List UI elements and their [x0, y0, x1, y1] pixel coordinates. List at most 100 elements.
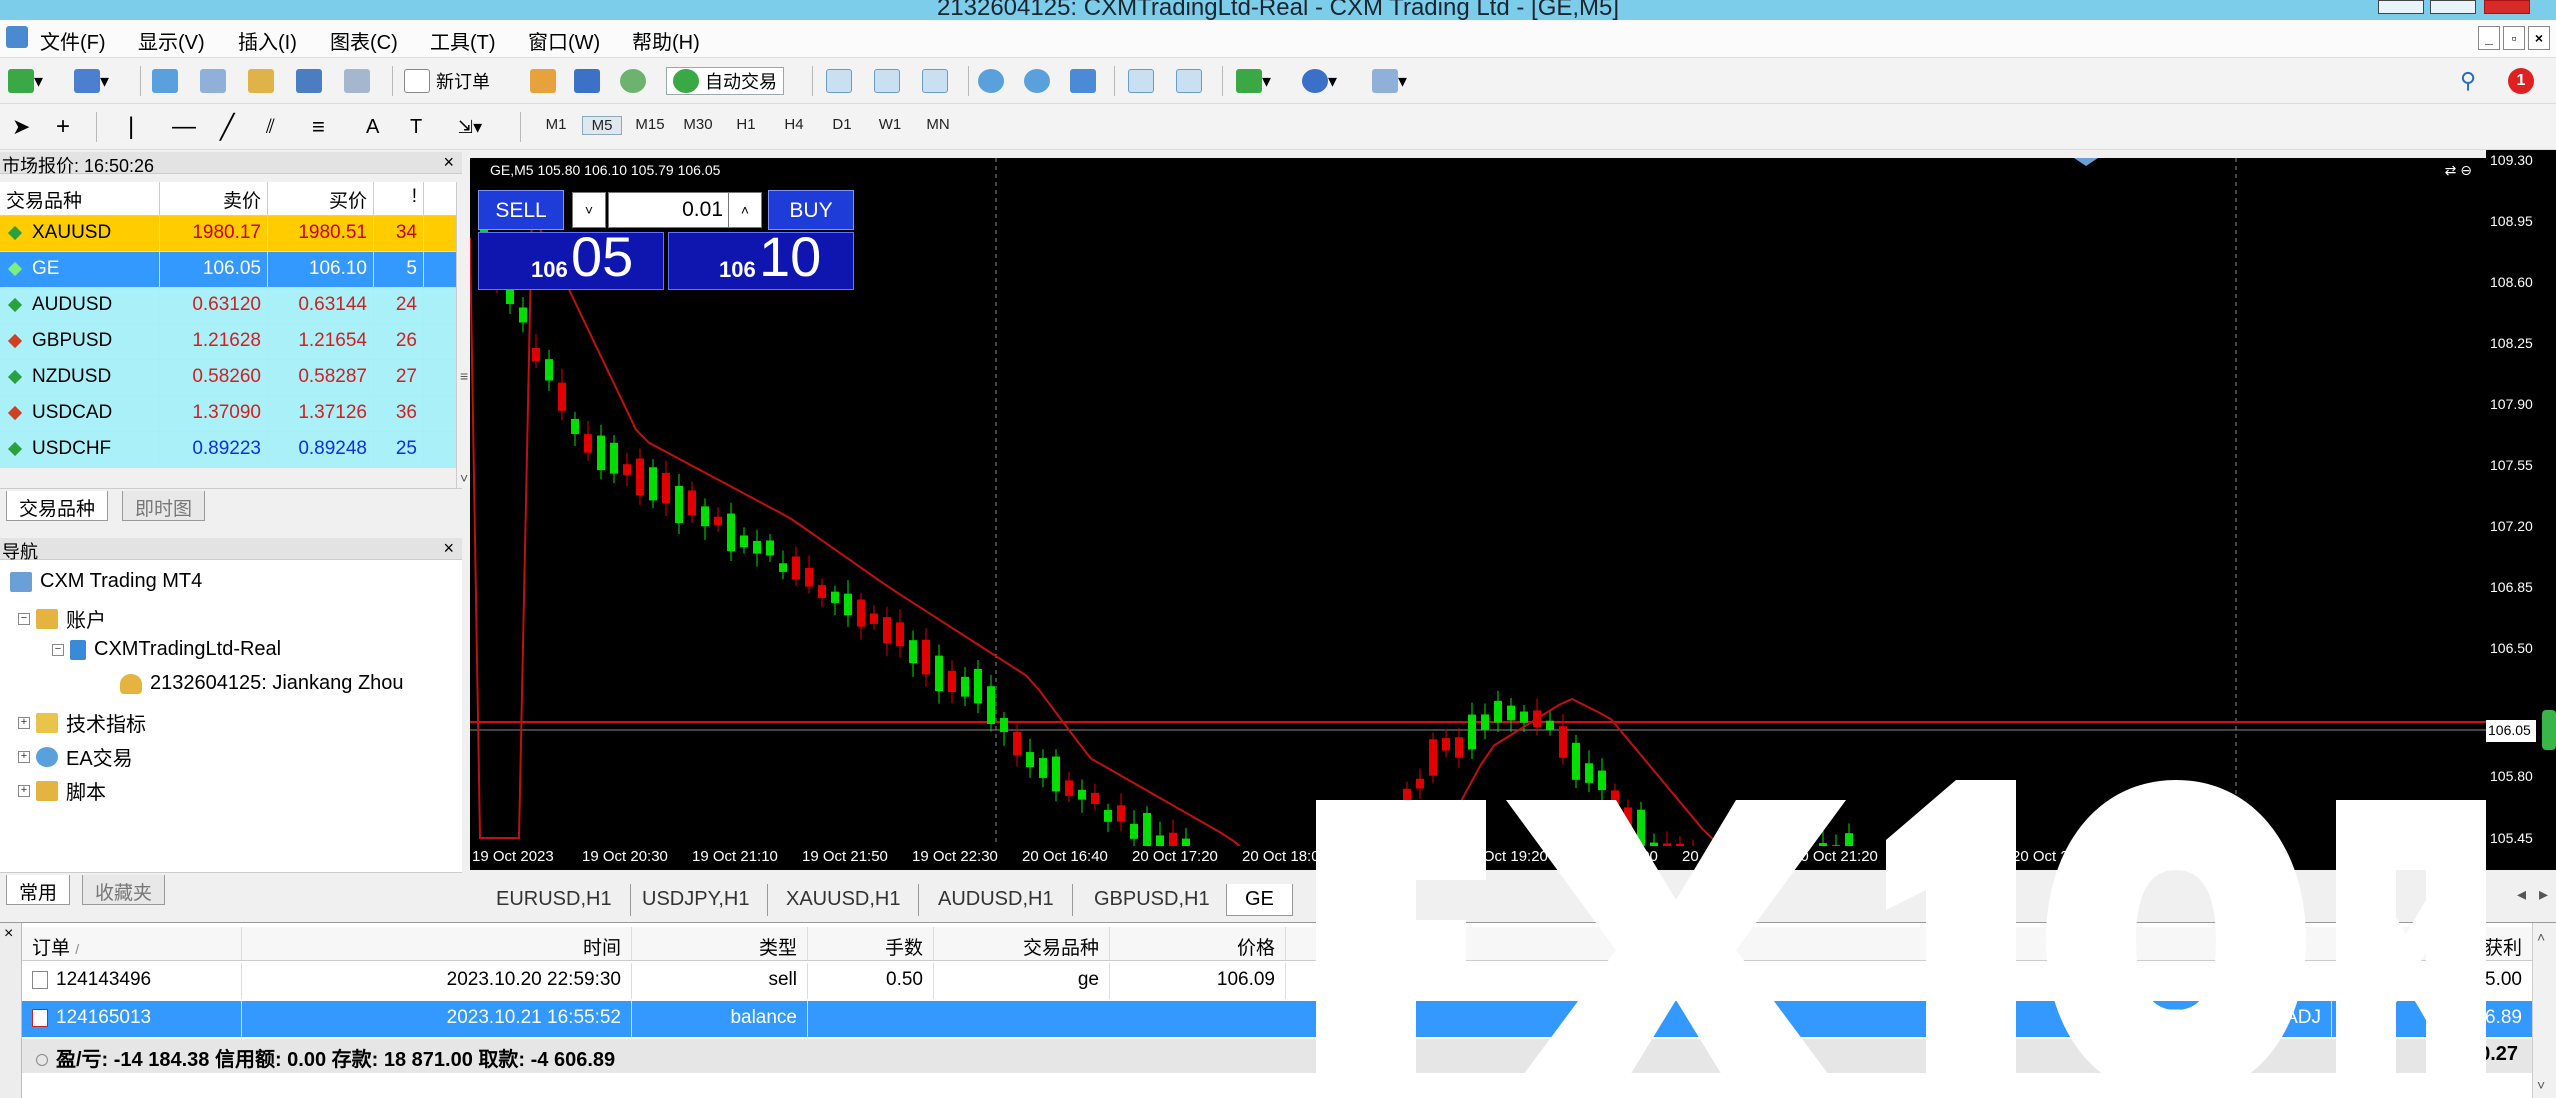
tf-h1[interactable]: H1 [726, 116, 766, 133]
market-button[interactable] [620, 67, 646, 95]
market-watch-row[interactable]: USDCHF 0.89223 0.89248 25 [0, 432, 456, 468]
nav-accounts[interactable]: − 账户 [18, 604, 106, 633]
chart-corner-icons[interactable]: ⇄ ⊖ [2445, 162, 2472, 179]
price-scroll-handle[interactable] [2542, 710, 2556, 750]
mdi-minimize-button[interactable]: _ [2478, 26, 2500, 50]
menu-tools[interactable]: 工具(T) [430, 26, 496, 55]
menu-charts[interactable]: 图表(C) [330, 26, 398, 55]
minimize-button[interactable] [2378, 0, 2424, 14]
sell-button[interactable]: SELL [478, 190, 564, 230]
navigator-close-icon[interactable]: × [443, 538, 454, 559]
data-window-button[interactable] [200, 67, 226, 95]
col-price[interactable]: 价格 [1110, 927, 1286, 960]
col-type[interactable]: 类型 [632, 927, 808, 960]
fibonacci-icon[interactable]: ≡ [312, 113, 325, 141]
zoom-out-button[interactable] [1024, 67, 1050, 95]
tile-windows-button[interactable] [1070, 67, 1096, 95]
indicators-button[interactable]: ▾ [1236, 67, 1271, 95]
price-axis[interactable]: 109.30 108.95 108.60 108.25 107.90 107.55 107.… [2486, 150, 2556, 870]
terminal-scrollbar[interactable]: ˄ ˅ [2532, 923, 2556, 1098]
search-button[interactable]: ⚲ [2460, 67, 2476, 95]
tf-m30[interactable]: M30 [678, 116, 718, 133]
tab-gbpusd[interactable]: GBPUSD,H1 [1076, 884, 1229, 916]
tab-usdjpy[interactable]: USDJPY,H1 [624, 884, 769, 916]
terminal-close-icon[interactable]: × [4, 925, 13, 943]
mdi-restore-button[interactable]: ▫ [2503, 26, 2525, 50]
scroll-down-icon[interactable]: ˅ [460, 470, 468, 486]
column-symbol[interactable]: 交易品种 [0, 182, 160, 215]
chart-shift-button[interactable] [1176, 67, 1202, 95]
profiles-button[interactable]: ▾ [74, 67, 109, 95]
tester-button[interactable] [344, 67, 370, 95]
bar-chart-button[interactable] [826, 67, 852, 95]
column-bid[interactable]: 卖价 [160, 182, 268, 215]
trendline-icon[interactable]: ╱ [220, 113, 234, 141]
volume-up-button[interactable]: ˄ [728, 192, 762, 228]
tab-eurusd[interactable]: EURUSD,H1 [478, 884, 631, 916]
menu-view[interactable]: 显示(V) [138, 26, 205, 55]
market-watch-button[interactable] [152, 67, 178, 95]
line-chart-button[interactable] [922, 67, 948, 95]
tab-symbols[interactable]: 交易品种 [6, 491, 109, 521]
market-watch-close-icon[interactable]: × [443, 152, 454, 173]
channel-icon[interactable]: ⫽ [266, 113, 275, 141]
new-order-button[interactable]: 新订单 [404, 67, 490, 95]
col-time[interactable]: 时间 [242, 927, 632, 960]
tf-d1[interactable]: D1 [822, 116, 862, 133]
sell-price[interactable]: 106 05 [478, 225, 664, 290]
market-watch-row[interactable]: XAUUSD 1980.17 1980.51 34 [0, 216, 456, 252]
terminal-button[interactable] [296, 67, 322, 95]
tf-m1[interactable]: M1 [536, 116, 576, 133]
crosshair-icon[interactable]: + [56, 113, 70, 141]
menu-file[interactable]: 文件(F) [40, 26, 106, 55]
tab-scroll-right-icon[interactable]: ▸ [2539, 884, 2548, 905]
menu-insert[interactable]: 插入(I) [238, 26, 297, 55]
tf-h4[interactable]: H4 [774, 116, 814, 133]
close-button[interactable] [2484, 0, 2530, 14]
menu-help[interactable]: 帮助(H) [632, 26, 700, 55]
meta-editor-button[interactable] [530, 67, 556, 95]
tab-xauusd[interactable]: XAUUSD,H1 [768, 884, 920, 916]
text-label-icon[interactable]: T [410, 113, 422, 141]
column-spread[interactable]: ! [374, 182, 424, 215]
notifications-button[interactable]: 1 [2508, 67, 2534, 95]
mdi-close-button[interactable]: × [2528, 26, 2550, 50]
periods-button[interactable]: ▾ [1302, 67, 1337, 95]
text-icon[interactable]: A [366, 113, 379, 141]
nav-server[interactable]: − CXMTradingLtd-Real [52, 638, 281, 661]
col-order[interactable]: 订单 / [22, 927, 242, 960]
volume-input[interactable]: 0.01 [608, 192, 734, 228]
candlestick-button[interactable] [874, 67, 900, 95]
nav-scripts[interactable]: + 脚本 [18, 776, 106, 805]
vertical-line-icon[interactable]: | [128, 113, 134, 141]
arrows-icon[interactable]: ⇲▾ [458, 113, 482, 141]
maximize-button[interactable] [2430, 0, 2476, 14]
buy-price[interactable]: 106 10 [668, 225, 854, 290]
tab-audusd[interactable]: AUDUSD,H1 [920, 884, 1073, 916]
nav-experts[interactable]: + EA交易 [18, 742, 133, 771]
nav-root[interactable]: CXM Trading MT4 [10, 570, 202, 593]
tf-mn[interactable]: MN [918, 116, 958, 133]
nav-indicators[interactable]: + 技术指标 [18, 708, 146, 737]
tf-m5[interactable]: M5 [582, 116, 622, 135]
menu-window[interactable]: 窗口(W) [528, 26, 600, 55]
tab-scroll-left-icon[interactable]: ◂ [2517, 884, 2526, 905]
tab-tick-chart[interactable]: 即时图 [122, 491, 206, 521]
col-lots[interactable]: 手数 [808, 927, 934, 960]
tab-favorites[interactable]: 收藏夹 [82, 875, 166, 905]
market-watch-row[interactable]: AUDUSD 0.63120 0.63144 24 [0, 288, 456, 324]
navigator-button[interactable] [248, 67, 274, 95]
autoscroll-button[interactable] [1128, 67, 1154, 95]
market-watch-row[interactable]: GE 106.05 106.10 5 [0, 252, 456, 288]
new-chart-button[interactable]: ▾ [8, 67, 43, 95]
column-ask[interactable]: 买价 [268, 182, 374, 215]
market-watch-row[interactable]: GBPUSD 1.21628 1.21654 26 [0, 324, 456, 360]
tf-w1[interactable]: W1 [870, 116, 910, 133]
market-watch-row[interactable]: NZDUSD 0.58260 0.58287 27 [0, 360, 456, 396]
tab-ge[interactable]: GE [1226, 884, 1293, 916]
tab-common[interactable]: 常用 [6, 875, 71, 905]
nav-account[interactable]: 2132604125: Jiankang Zhou [120, 672, 404, 695]
chart-shift-marker[interactable] [2074, 158, 2098, 166]
signals-button[interactable] [574, 67, 600, 95]
volume-down-button[interactable]: ˅ [572, 192, 606, 228]
